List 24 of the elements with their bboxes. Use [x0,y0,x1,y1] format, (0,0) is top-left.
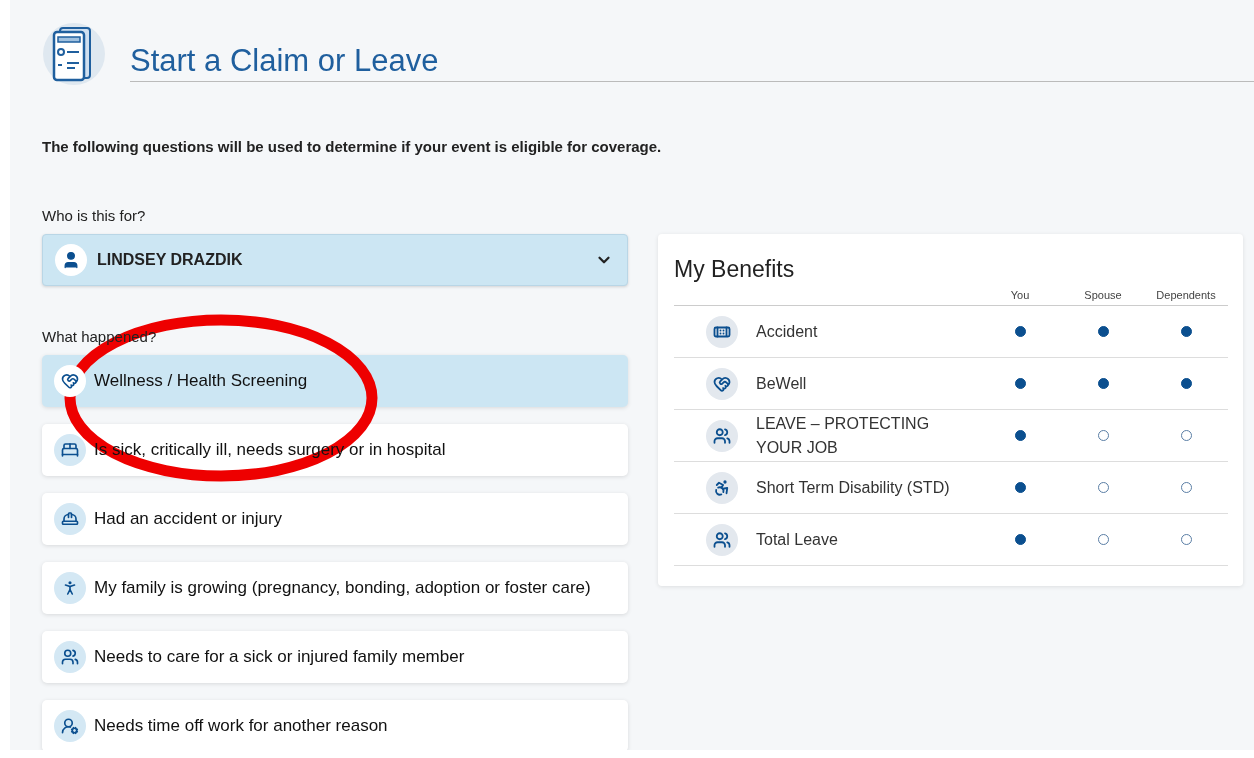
person-dropdown[interactable]: LINDSEY DRAZDIK [42,234,628,286]
page-title: Start a Claim or Leave [130,43,1254,82]
event-option[interactable]: Wellness / Health Screening [42,355,628,407]
family-icon [713,426,731,445]
column-header: You [978,289,1062,306]
benefit-name: LEAVE – PROTECTING YOUR JOB [756,414,931,458]
family-icon [713,530,731,549]
benefit-name: Short Term Disability (STD) [756,477,951,498]
field-label: Who is this for? [42,207,146,224]
hospital-bed-icon [61,441,79,459]
event-option[interactable]: Needs to care for a sick or injured family member [42,631,628,683]
column-header: Spouse [1062,289,1144,306]
benefit-name: Accident [756,321,819,342]
column-header: Dependents [1144,289,1228,306]
event-option[interactable]: Needs time off work for another reason [42,700,628,750]
family-icon [61,648,79,666]
event-option[interactable]: Had an accident or injury [42,493,628,545]
panel-title: My Benefits [674,256,796,283]
worker-icon [61,510,79,528]
benefit-name: BeWell [756,373,808,394]
event-option[interactable]: My family is growing (pregnancy, bonding, adoption or foster care) [42,562,628,614]
claim-form-icon [42,22,106,86]
benefit-name: Total Leave [756,529,839,550]
intro-text: The following questions will be used to determine if your event is eligible for coverage. [42,138,663,155]
